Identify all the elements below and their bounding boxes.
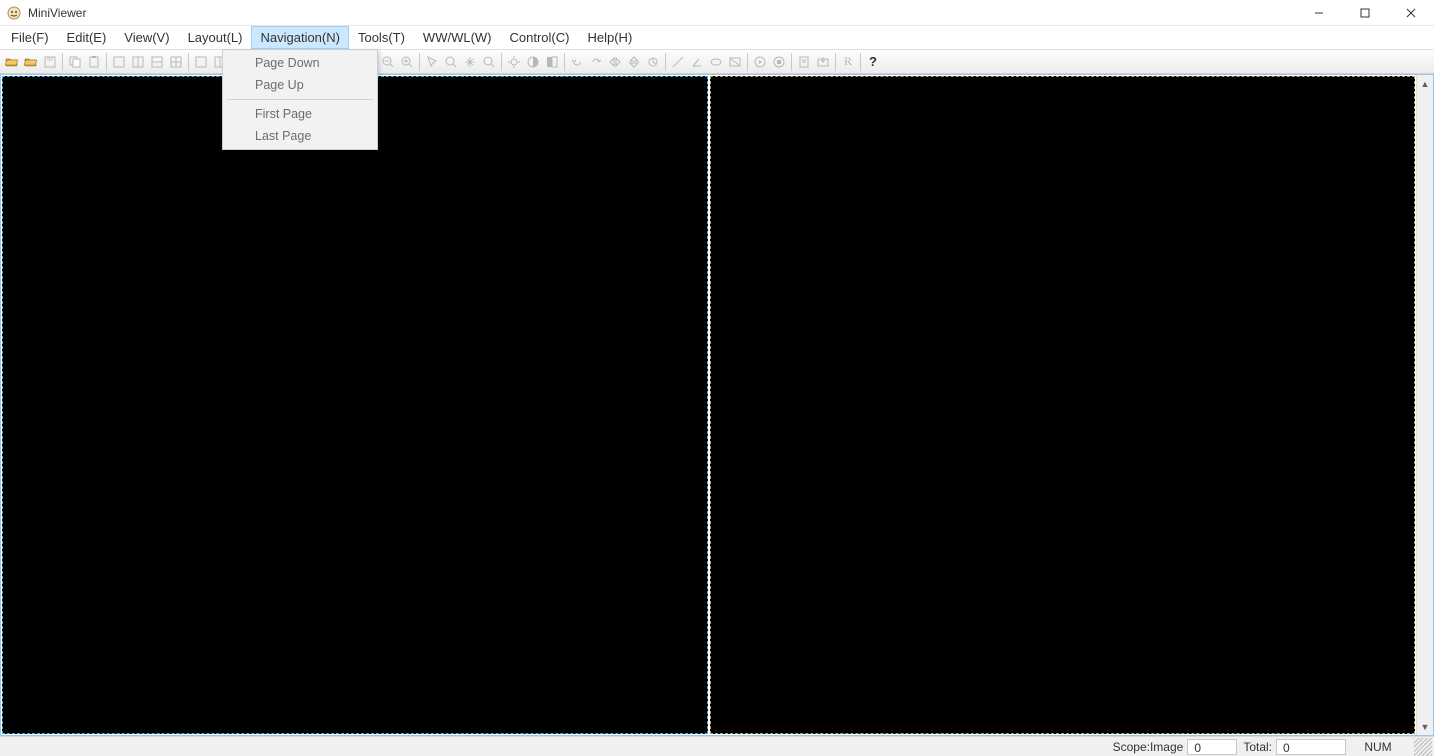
zoom-in-icon[interactable] xyxy=(398,53,416,71)
menu-layout[interactable]: Layout(L) xyxy=(179,26,252,49)
play-icon[interactable] xyxy=(751,53,769,71)
image-pane-right[interactable] xyxy=(710,76,1416,734)
toolbar-separator xyxy=(791,53,792,71)
help-icon[interactable]: ? xyxy=(864,53,882,71)
open-icon[interactable] xyxy=(22,53,40,71)
menu-wwwl[interactable]: WW/WL(W) xyxy=(414,26,501,49)
paste-icon[interactable] xyxy=(85,53,103,71)
toolbar-separator xyxy=(835,53,836,71)
ruler-icon[interactable] xyxy=(669,53,687,71)
copy-icon[interactable] xyxy=(66,53,84,71)
status-total-value: 0 xyxy=(1276,739,1346,755)
titlebar: MiniViewer xyxy=(0,0,1434,26)
menu-control[interactable]: Control(C) xyxy=(501,26,579,49)
minimize-button[interactable] xyxy=(1296,0,1342,26)
r-icon[interactable]: R xyxy=(839,53,857,71)
grid-1-icon[interactable] xyxy=(192,53,210,71)
save-icon[interactable] xyxy=(41,53,59,71)
menu-file[interactable]: File(F) xyxy=(2,26,58,49)
angle-icon[interactable] xyxy=(688,53,706,71)
toolbar-separator xyxy=(501,53,502,71)
flip-v-icon[interactable] xyxy=(625,53,643,71)
layout-2h-icon[interactable] xyxy=(129,53,147,71)
resize-grip-icon[interactable] xyxy=(1414,738,1432,756)
navigation-dropdown: Page Down Page Up First Page Last Page xyxy=(222,49,378,150)
rotate-left-icon[interactable] xyxy=(568,53,586,71)
status-total-label: Total: xyxy=(1239,740,1276,754)
viewport: ▲ ▼ xyxy=(0,74,1434,736)
zoom-region-icon[interactable] xyxy=(442,53,460,71)
flip-h-icon[interactable] xyxy=(606,53,624,71)
zoom-out-icon[interactable] xyxy=(379,53,397,71)
app-icon xyxy=(6,5,22,21)
maximize-button[interactable] xyxy=(1342,0,1388,26)
close-button[interactable] xyxy=(1388,0,1434,26)
menu-navigation[interactable]: Navigation(N) xyxy=(251,26,348,49)
status-scope-label: Scope:Image xyxy=(1109,740,1188,754)
ellipse-icon[interactable] xyxy=(707,53,725,71)
toolbar: 1:1 R ? xyxy=(0,50,1434,74)
layout-1-icon[interactable] xyxy=(110,53,128,71)
menu-tools[interactable]: Tools(T) xyxy=(349,26,414,49)
layout-2v-icon[interactable] xyxy=(148,53,166,71)
invert-icon[interactable] xyxy=(543,53,561,71)
pointer-icon[interactable] xyxy=(423,53,441,71)
open-multi-icon[interactable] xyxy=(3,53,21,71)
magnifier-icon[interactable] xyxy=(480,53,498,71)
status-num: NUM xyxy=(1348,739,1408,755)
window-title: MiniViewer xyxy=(28,6,86,20)
dropdown-page-down[interactable]: Page Down xyxy=(225,52,375,74)
toolbar-separator xyxy=(106,53,107,71)
toolbar-separator xyxy=(665,53,666,71)
toolbar-separator xyxy=(188,53,189,71)
toolbar-separator xyxy=(564,53,565,71)
brightness-icon[interactable] xyxy=(505,53,523,71)
rotate-right-icon[interactable] xyxy=(587,53,605,71)
scroll-down-icon[interactable]: ▼ xyxy=(1417,718,1433,735)
toolbar-separator xyxy=(62,53,63,71)
pan-icon[interactable] xyxy=(461,53,479,71)
toolbar-separator xyxy=(860,53,861,71)
menu-view[interactable]: View(V) xyxy=(115,26,178,49)
statusbar: Scope:Image 0 Total: 0 NUM xyxy=(0,736,1434,756)
menu-edit[interactable]: Edit(E) xyxy=(58,26,116,49)
dropdown-page-up[interactable]: Page Up xyxy=(225,74,375,96)
dropdown-first-page[interactable]: First Page xyxy=(225,103,375,125)
image-pane-left[interactable] xyxy=(2,76,708,734)
stop-icon[interactable] xyxy=(770,53,788,71)
contrast-icon[interactable] xyxy=(524,53,542,71)
reset-icon[interactable] xyxy=(644,53,662,71)
layout-4-icon[interactable] xyxy=(167,53,185,71)
info-icon[interactable] xyxy=(795,53,813,71)
rect-icon[interactable] xyxy=(726,53,744,71)
scroll-up-icon[interactable]: ▲ xyxy=(1417,75,1433,92)
menu-help[interactable]: Help(H) xyxy=(578,26,641,49)
vertical-scrollbar[interactable]: ▲ ▼ xyxy=(1416,75,1433,735)
export-icon[interactable] xyxy=(814,53,832,71)
menubar: File(F) Edit(E) View(V) Layout(L) Naviga… xyxy=(0,26,1434,50)
dropdown-last-page[interactable]: Last Page xyxy=(225,125,375,147)
toolbar-separator xyxy=(419,53,420,71)
dropdown-separator xyxy=(227,99,373,100)
toolbar-separator xyxy=(747,53,748,71)
window-controls xyxy=(1296,0,1434,26)
status-scope-value: 0 xyxy=(1187,739,1237,755)
